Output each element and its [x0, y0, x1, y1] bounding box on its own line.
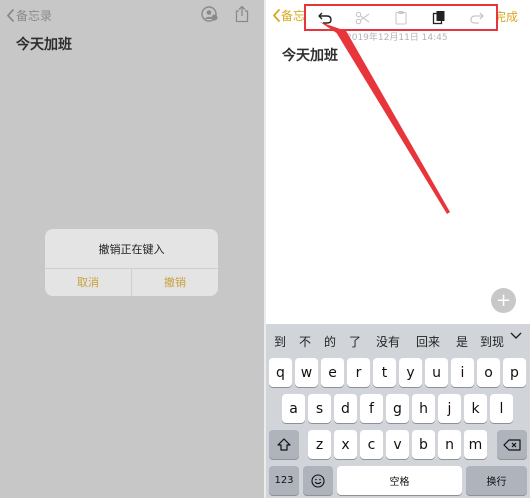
- emoji-icon: [311, 473, 325, 488]
- key-d[interactable]: d: [334, 394, 357, 423]
- numbers-key[interactable]: 123: [269, 466, 299, 495]
- back-button[interactable]: 备忘录: [6, 7, 52, 24]
- keyboard-row-4: 123 空格 换行: [266, 466, 530, 495]
- key-t[interactable]: t: [373, 358, 396, 387]
- key-f[interactable]: f: [360, 394, 383, 423]
- shift-icon: [277, 438, 291, 451]
- key-c[interactable]: c: [360, 430, 383, 459]
- candidate-item[interactable]: 是: [456, 333, 468, 350]
- key-p[interactable]: p: [503, 358, 526, 387]
- emoji-key[interactable]: [303, 466, 333, 495]
- candidate-item[interactable]: 的: [324, 333, 336, 350]
- keyboard-row-1: q w e r t y u i o p: [266, 358, 530, 387]
- key-x[interactable]: x: [334, 430, 357, 459]
- key-a[interactable]: a: [282, 394, 305, 423]
- keyboard-row-2: a s d f g h j k l: [266, 394, 530, 423]
- key-l[interactable]: l: [490, 394, 513, 423]
- chevron-left-icon: [7, 9, 14, 22]
- note-title[interactable]: 今天加班: [16, 34, 72, 54]
- backspace-icon: [503, 438, 521, 451]
- chevron-down-icon[interactable]: [510, 330, 522, 340]
- redo-icon: [470, 12, 484, 24]
- redo-button[interactable]: [458, 6, 496, 29]
- key-q[interactable]: q: [269, 358, 292, 387]
- paste-button[interactable]: [382, 6, 420, 29]
- undo-alert-dialog: 撤销正在键入 取消 撤销: [45, 229, 218, 296]
- scissors-icon: [355, 11, 370, 24]
- key-r[interactable]: r: [347, 358, 370, 387]
- key-n[interactable]: n: [438, 430, 461, 459]
- space-key[interactable]: 空格: [337, 466, 462, 495]
- chevron-left-icon: [273, 9, 280, 22]
- candidate-item[interactable]: 了: [349, 333, 361, 350]
- keyboard-row-3: z x c v b n m: [266, 430, 530, 459]
- key-v[interactable]: v: [386, 430, 409, 459]
- people-icon[interactable]: [199, 6, 219, 22]
- back-label: 备忘: [281, 9, 306, 23]
- key-y[interactable]: y: [399, 358, 422, 387]
- key-w[interactable]: w: [295, 358, 318, 387]
- candidate-item[interactable]: 到现: [480, 333, 504, 350]
- key-s[interactable]: s: [308, 394, 331, 423]
- key-i[interactable]: i: [451, 358, 474, 387]
- candidate-item[interactable]: 不: [299, 333, 311, 350]
- key-k[interactable]: k: [464, 394, 487, 423]
- return-key[interactable]: 换行: [466, 466, 527, 495]
- key-j[interactable]: j: [438, 394, 461, 423]
- add-button[interactable]: +: [491, 288, 516, 313]
- note-timestamp: 2019年12月11日 14:45: [346, 33, 448, 43]
- key-e[interactable]: e: [321, 358, 344, 387]
- copy-button[interactable]: [420, 6, 458, 29]
- undo-icon: [318, 12, 332, 24]
- undo-button[interactable]: [306, 6, 344, 29]
- left-panel: 备忘录 今天加班 撤销正在键入 取消 撤销: [0, 0, 264, 498]
- key-b[interactable]: b: [412, 430, 435, 459]
- key-o[interactable]: o: [477, 358, 500, 387]
- backspace-key[interactable]: [497, 430, 527, 459]
- shift-key[interactable]: [269, 430, 299, 459]
- key-h[interactable]: h: [412, 394, 435, 423]
- alert-cancel-button[interactable]: 取消: [45, 269, 131, 296]
- key-m[interactable]: m: [464, 430, 487, 459]
- key-z[interactable]: z: [308, 430, 331, 459]
- key-u[interactable]: u: [425, 358, 448, 387]
- right-panel: 备忘 完成 2019年12月11日 14:45 今天加班 + 到 不 的 了 没…: [266, 0, 530, 498]
- share-icon[interactable]: [234, 5, 250, 23]
- cut-button[interactable]: [344, 6, 382, 29]
- alert-title: 撤销正在键入: [98, 243, 165, 256]
- candidate-item[interactable]: 回来: [416, 333, 440, 350]
- candidate-item[interactable]: 到: [274, 333, 286, 350]
- back-label: 备忘录: [16, 9, 53, 23]
- paste-icon: [395, 11, 407, 25]
- candidate-bar: 到 不 的 了 没有 回来 是 到现: [266, 324, 530, 354]
- copy-icon: [432, 11, 445, 25]
- edit-toolbar: [304, 4, 498, 31]
- candidate-item[interactable]: 没有: [376, 333, 400, 350]
- back-button[interactable]: 备忘: [272, 7, 305, 24]
- note-title[interactable]: 今天加班: [282, 45, 338, 65]
- key-g[interactable]: g: [386, 394, 409, 423]
- keyboard: 到 不 的 了 没有 回来 是 到现 q w e r t y u i o p a…: [266, 324, 530, 498]
- alert-undo-button[interactable]: 撤销: [132, 269, 218, 296]
